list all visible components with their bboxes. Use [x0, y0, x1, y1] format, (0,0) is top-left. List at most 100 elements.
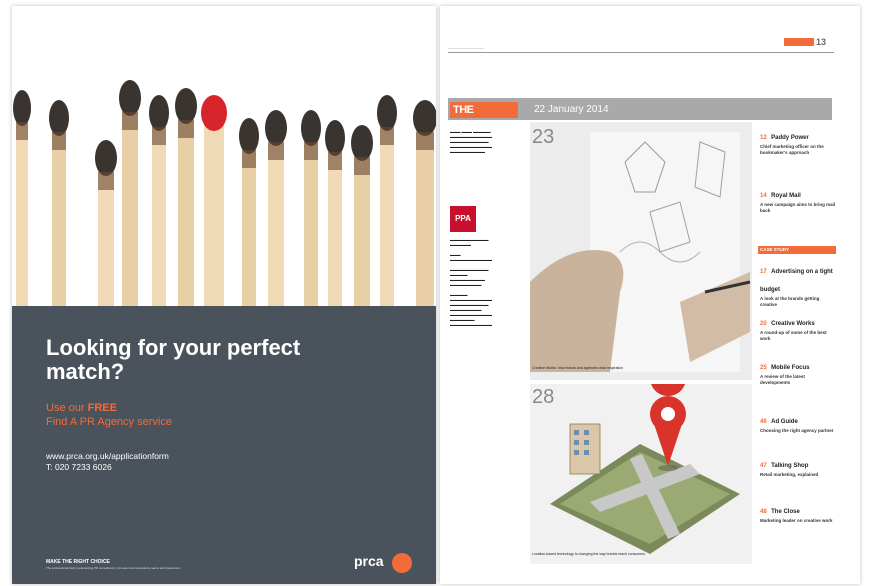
- use-our-text: Use our: [46, 402, 85, 414]
- free-text: FREE: [87, 402, 117, 414]
- contents-item-title: Creative Works: [771, 321, 815, 327]
- feature-number-2: 28: [532, 386, 555, 408]
- prca-logo-mark-icon: [392, 553, 412, 573]
- advert-fineprint: The professional body representing PR co…: [46, 566, 181, 570]
- matchstick: [304, 136, 318, 306]
- char-mark: [152, 127, 166, 145]
- contents-item-body: Chief marketing officer on the bookmaker…: [760, 144, 824, 155]
- contents-item[interactable]: 48 The Close Marketing leader on creativ…: [760, 500, 836, 524]
- burnt-match-head: [239, 118, 259, 154]
- contents-item-number: 46: [760, 419, 767, 425]
- contents-item-number: 25: [760, 365, 767, 371]
- contents-item-number: 20: [760, 321, 767, 327]
- contents-item[interactable]: 46 Ad Guide Choosing the right agency pa…: [760, 410, 836, 434]
- advert-url-link[interactable]: www.prca.org.uk/applicationform: [46, 451, 169, 461]
- contents-item-title: Talking Shop: [771, 463, 809, 469]
- contents-item-title: Mobile Focus: [771, 365, 810, 371]
- advert-tagline: MAKE THE RIGHT CHOICE: [46, 559, 110, 565]
- advert-use-our: Use our FREE: [46, 402, 117, 414]
- matches-photo: [12, 6, 436, 306]
- burnt-match-head: [351, 125, 373, 161]
- contents-item-number: 12: [760, 135, 767, 141]
- contents-item-number: 47: [760, 463, 767, 469]
- feature-image-sketch[interactable]: [530, 122, 752, 380]
- contents-item[interactable]: 25 Mobile Focus A review of the latest d…: [760, 356, 836, 385]
- prca-logo: prca: [354, 553, 384, 569]
- char-mark: [380, 127, 394, 145]
- char-mark: [52, 132, 66, 150]
- feature-caption-2: Location-based technology is changing th…: [532, 552, 646, 556]
- red-match-head: [201, 95, 227, 131]
- page-number: 13: [816, 37, 827, 47]
- char-mark: [178, 120, 194, 138]
- left-column-credits: ▬▬▬▬▬▬▬▬▬▬▬ ▬▬▬▬▬▬ ▬▬▬ ▬▬▬▬▬▬▬▬▬▬▬▬ ▬▬▬▬▬▬▬▬…: [450, 238, 492, 327]
- burnt-match-head: [413, 100, 436, 136]
- contents-item[interactable]: 17 Advertising on a tight budget A look …: [760, 260, 836, 307]
- burnt-match-head: [119, 80, 141, 116]
- char-mark: [416, 132, 434, 150]
- advert-service-name: Find A PR Agency service: [46, 416, 172, 428]
- burnt-match-head: [377, 95, 397, 131]
- matchstick: [52, 126, 66, 306]
- contents-item-title: Paddy Power: [771, 135, 809, 141]
- burnt-match-head: [13, 90, 31, 126]
- char-mark: [242, 150, 256, 168]
- map-illustration: [530, 384, 752, 564]
- feature-image-map[interactable]: [530, 384, 752, 564]
- sketch-illustration: [530, 122, 752, 380]
- contents-item-body: A round-up of some of the best work: [760, 330, 827, 341]
- contents-item-title: Royal Mail: [771, 193, 801, 199]
- contents-item-body: Marketing leader on creative work: [760, 518, 833, 523]
- section-label: CASE STUDY: [758, 246, 836, 254]
- char-mark: [98, 172, 114, 190]
- char-mark: [304, 142, 318, 160]
- matchstick: [380, 121, 394, 306]
- header-rule: [448, 52, 834, 53]
- ppa-badge: PPA: [450, 206, 476, 232]
- masthead-logo: THE: [450, 102, 518, 118]
- char-mark: [268, 142, 284, 160]
- advert-page: Looking for your perfect match? Use our …: [12, 6, 436, 584]
- char-mark: [16, 122, 28, 140]
- matches-illustration: [12, 6, 436, 306]
- spread: Looking for your perfect match? Use our …: [0, 0, 869, 586]
- feature-caption-1: Creative Works: how brands and agencies …: [532, 366, 624, 370]
- matchstick: [242, 144, 256, 306]
- contents-item-number: 17: [760, 269, 767, 275]
- contents-item[interactable]: 12 Paddy Power Chief marketing officer o…: [760, 126, 836, 155]
- contents-item-title: Ad Guide: [771, 419, 798, 425]
- advert-telephone: T: 020 7233 6026: [46, 462, 112, 472]
- burnt-match-head: [301, 110, 321, 146]
- matchstick: [122, 106, 138, 306]
- matchstick: [152, 121, 166, 306]
- contents-item-body: Choosing the right agency partner: [760, 428, 834, 433]
- contents-item[interactable]: 14 Royal Mail A new campaign aims to bri…: [760, 184, 836, 213]
- left-column-text: ▬▬▬ ▬▬▬ ▬▬▬▬▬ ▬▬▬▬▬▬▬▬▬▬▬▬ ▬▬▬▬▬▬▬▬▬▬▬ ▬▬▬▬…: [450, 130, 492, 154]
- burnt-match-head: [49, 100, 69, 136]
- contents-item-title: Advertising on a tight budget: [760, 269, 833, 293]
- matchstick: [204, 121, 224, 306]
- contents-item-number: 48: [760, 509, 767, 515]
- contents-item-body: A review of the latest developments: [760, 374, 805, 385]
- contents-item[interactable]: 20 Creative Works A round-up of some of …: [760, 312, 836, 341]
- char-mark: [354, 157, 370, 175]
- advert-headline: Looking for your perfect match?: [46, 335, 301, 384]
- burnt-match-head: [325, 120, 345, 156]
- matchstick: [178, 114, 194, 306]
- char-mark: [328, 152, 342, 170]
- running-header: ————————————: [448, 46, 484, 50]
- matchstick: [268, 136, 284, 306]
- advert-panel: Looking for your perfect match? Use our …: [12, 306, 436, 584]
- page-flag: [784, 38, 814, 46]
- contents-item-number: 14: [760, 193, 767, 199]
- burnt-match-head: [149, 95, 169, 131]
- burnt-match-head: [175, 88, 197, 124]
- contents-item[interactable]: 47 Talking Shop Retail marketing, explai…: [760, 454, 836, 478]
- contents-page: ———————————— 13 THE 22 January 2014 ▬▬▬ …: [440, 6, 860, 584]
- contents-item-body: A new campaign aims to bring mail back: [760, 202, 836, 213]
- burnt-match-head: [95, 140, 117, 176]
- feature-number-1: 23: [532, 126, 555, 148]
- matchstick: [416, 126, 434, 306]
- issue-date: 22 January 2014: [534, 104, 609, 115]
- matchstick: [16, 116, 28, 306]
